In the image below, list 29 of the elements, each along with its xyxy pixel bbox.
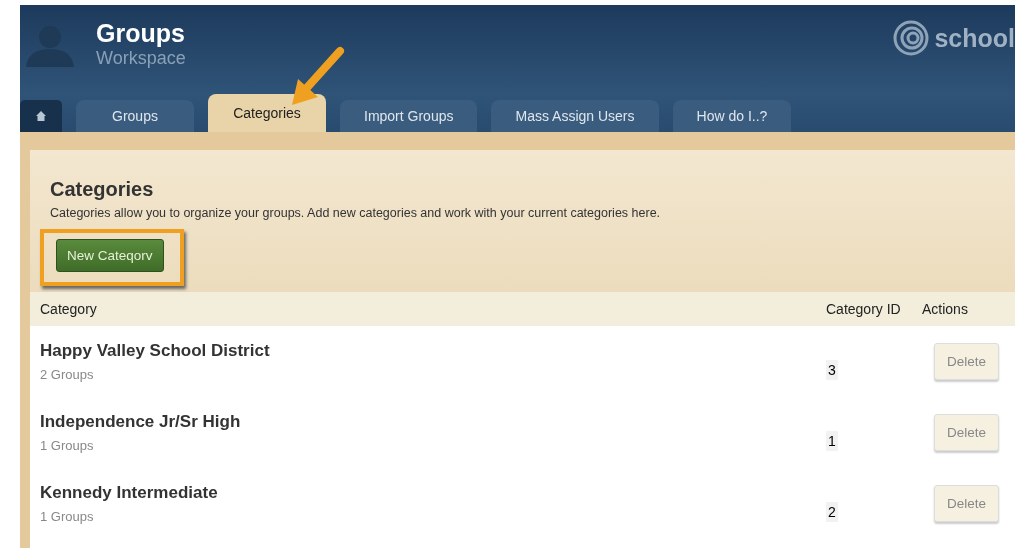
page-title: Groups [96, 19, 186, 47]
new-category-button[interactable]: New Cateqorv [56, 239, 164, 272]
delete-button[interactable]: Delete [934, 414, 1000, 451]
category-name: Happy Valley School District [40, 341, 271, 361]
nav-tab[interactable]: Mass Assign Users [491, 100, 659, 132]
swirl-logo-icon [892, 19, 931, 57]
group-count: 2 Groups [40, 367, 95, 382]
category-id: 3 [826, 359, 838, 380]
nav-tab[interactable]: Categories [208, 94, 326, 132]
group-count: 1 Groups [40, 509, 95, 524]
delete-button[interactable]: Delete [934, 485, 1000, 522]
home-tab[interactable] [20, 100, 62, 132]
logo-text: school [934, 23, 1015, 53]
column-header: Category [39, 301, 98, 317]
delete-button[interactable]: Delete [934, 343, 1000, 380]
section-title: Categories [50, 178, 155, 201]
category-name: Kennedy Intermediate [40, 483, 219, 503]
category-id: 2 [826, 501, 838, 522]
home-icon [35, 110, 47, 122]
column-header: Category ID [826, 301, 902, 317]
nav-tab[interactable]: Groups [76, 100, 194, 132]
category-id: 1 [826, 430, 838, 451]
column-header: Actions [922, 301, 969, 317]
section-description: Categories allow you to organize your groups. Add new categories and work with your current categories here. [50, 206, 662, 220]
category-name: Independence Jr/Sr High [40, 412, 242, 432]
nav-tab[interactable]: Import Groups [340, 100, 478, 132]
page-subtitle: Workspace [96, 47, 186, 69]
group-count: 1 Groups [40, 438, 95, 453]
nav-tab[interactable]: How do I..? [672, 100, 792, 132]
